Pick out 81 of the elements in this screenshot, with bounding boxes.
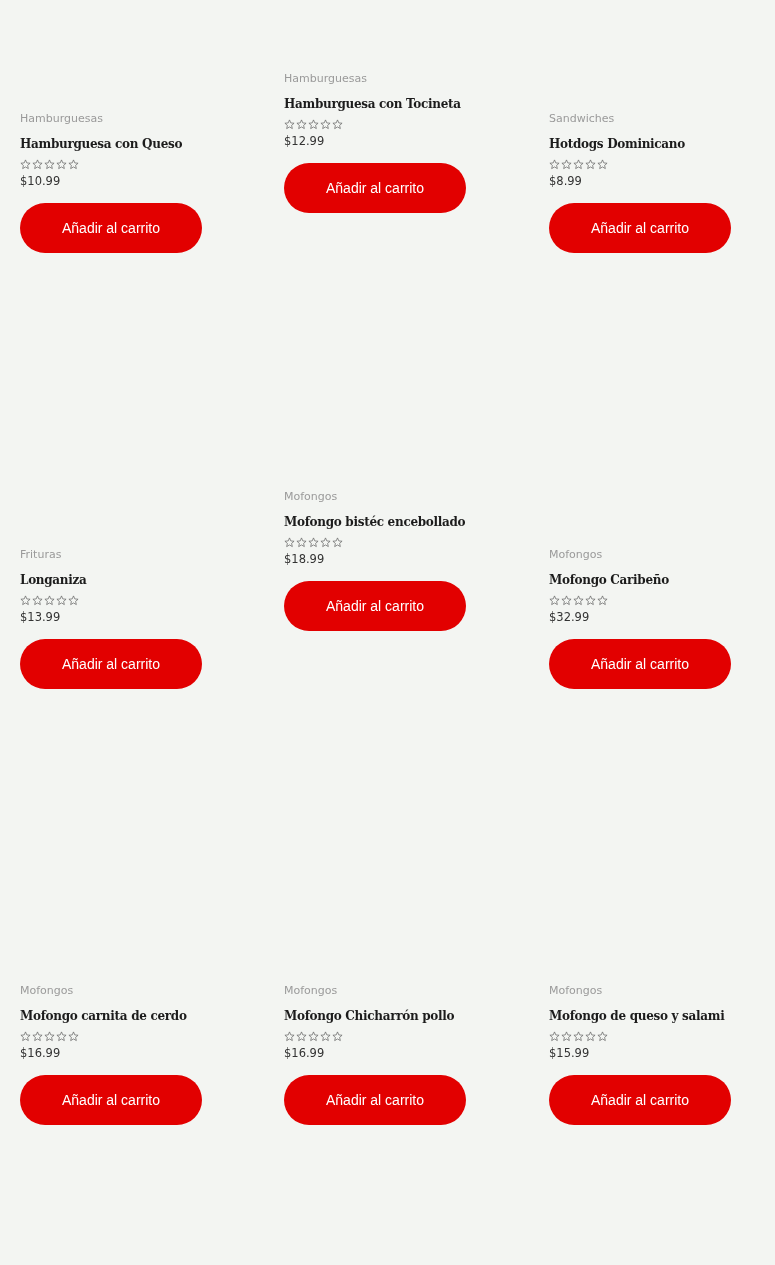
- star-icon: [597, 1031, 608, 1042]
- product-title[interactable]: Mofongo Caribeño: [549, 572, 669, 588]
- product-category: Sandwiches: [549, 112, 615, 126]
- star-icon: [320, 1031, 331, 1042]
- star-icon: [320, 537, 331, 548]
- add-to-cart-button[interactable]: Añadir al carrito: [20, 1075, 202, 1125]
- add-to-cart-button[interactable]: Añadir al carrito: [20, 639, 202, 689]
- add-to-cart-button[interactable]: Añadir al carrito: [284, 163, 466, 213]
- product-title[interactable]: Hamburguesa con Tocineta: [284, 96, 461, 112]
- star-icon: [284, 119, 295, 130]
- star-icon: [44, 595, 55, 606]
- star-icon: [585, 1031, 596, 1042]
- product-price: $18.99: [284, 551, 325, 567]
- star-icon: [573, 595, 584, 606]
- star-icon: [296, 537, 307, 548]
- star-icon: [597, 595, 608, 606]
- product-category: Hamburguesas: [20, 112, 103, 126]
- add-to-cart-button[interactable]: Añadir al carrito: [549, 1075, 731, 1125]
- star-icon: [32, 159, 43, 170]
- product-title[interactable]: Mofongo Chicharrón pollo: [284, 1008, 455, 1024]
- star-icon: [20, 1031, 31, 1042]
- product-category: Mofongos: [20, 984, 74, 998]
- star-icon: [68, 159, 79, 170]
- star-icon: [320, 119, 331, 130]
- product-title[interactable]: Hotdogs Dominicano: [549, 136, 685, 152]
- star-icon: [56, 595, 67, 606]
- product-category: Frituras: [20, 548, 62, 562]
- product-title[interactable]: Mofongo bistéc encebollado: [284, 514, 466, 530]
- star-icon: [308, 119, 319, 130]
- add-to-cart-button[interactable]: Añadir al carrito: [549, 639, 731, 689]
- product-price: $10.99: [20, 173, 61, 189]
- add-to-cart-button[interactable]: Añadir al carrito: [284, 1075, 466, 1125]
- star-icon: [284, 1031, 295, 1042]
- product-category: Mofongos: [549, 548, 603, 562]
- product-price: $32.99: [549, 609, 590, 625]
- star-icon: [68, 1031, 79, 1042]
- star-icon: [597, 159, 608, 170]
- product-price: $15.99: [549, 1045, 590, 1061]
- star-icon: [308, 537, 319, 548]
- product-price: $16.99: [284, 1045, 325, 1061]
- star-icon: [549, 595, 560, 606]
- product-title[interactable]: Hamburguesa con Queso: [20, 136, 183, 152]
- star-icon: [20, 595, 31, 606]
- product-category: Hamburguesas: [284, 72, 367, 86]
- star-icon: [561, 595, 572, 606]
- star-icon: [68, 595, 79, 606]
- star-icon: [308, 1031, 319, 1042]
- star-icon: [332, 119, 343, 130]
- add-to-cart-button[interactable]: Añadir al carrito: [549, 203, 731, 253]
- star-icon: [296, 119, 307, 130]
- product-title[interactable]: Longaniza: [20, 572, 87, 588]
- star-icon: [20, 159, 31, 170]
- star-icon: [561, 1031, 572, 1042]
- product-title[interactable]: Mofongo carnita de cerdo: [20, 1008, 187, 1024]
- star-icon: [585, 595, 596, 606]
- star-icon: [284, 537, 295, 548]
- product-category: Mofongos: [284, 984, 338, 998]
- star-icon: [56, 159, 67, 170]
- star-icon: [332, 537, 343, 548]
- star-icon: [56, 1031, 67, 1042]
- product-price: $8.99: [549, 173, 582, 189]
- star-icon: [32, 595, 43, 606]
- star-icon: [585, 159, 596, 170]
- product-category: Mofongos: [549, 984, 603, 998]
- add-to-cart-button[interactable]: Añadir al carrito: [20, 203, 202, 253]
- add-to-cart-button[interactable]: Añadir al carrito: [284, 581, 466, 631]
- product-price: $12.99: [284, 133, 325, 149]
- star-icon: [32, 1031, 43, 1042]
- product-price: $16.99: [20, 1045, 61, 1061]
- star-icon: [549, 159, 560, 170]
- product-title[interactable]: Mofongo de queso y salami: [549, 1008, 725, 1024]
- star-icon: [573, 1031, 584, 1042]
- product-price: $13.99: [20, 609, 61, 625]
- star-icon: [561, 159, 572, 170]
- star-icon: [296, 1031, 307, 1042]
- product-category: Mofongos: [284, 490, 338, 504]
- star-icon: [332, 1031, 343, 1042]
- star-icon: [44, 159, 55, 170]
- star-icon: [573, 159, 584, 170]
- star-icon: [549, 1031, 560, 1042]
- star-icon: [44, 1031, 55, 1042]
